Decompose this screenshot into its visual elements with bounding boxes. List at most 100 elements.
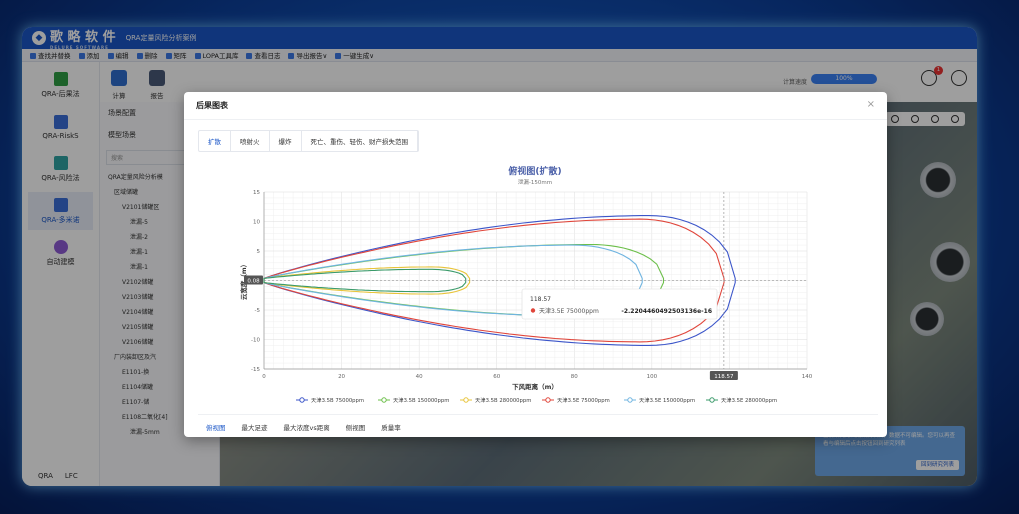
calc-label: 计算: [112, 92, 126, 100]
x-tick-label: 0: [262, 374, 266, 380]
nav-risk-method[interactable]: QRA-风险法: [28, 150, 93, 188]
brand-logo: ◆ 歌 略 软 件 DELURE SOFTWARE: [32, 27, 116, 50]
footer-lfc[interactable]: LFC: [65, 472, 78, 480]
legend-item: 天津3.5E 150000ppm: [639, 397, 695, 404]
nav-consequence[interactable]: QRA-后果法: [28, 66, 93, 104]
nav-label: QRA-风险法: [41, 173, 80, 182]
y-tick-label: 10: [253, 220, 260, 226]
legend-item: 天津3.5E 280000ppm: [721, 397, 777, 404]
brand-name: 歌 略 软 件: [50, 30, 116, 45]
legend-item: 天津3.5B 75000ppm: [311, 397, 364, 404]
legend-item: 天津3.5B 150000ppm: [393, 397, 449, 404]
footer-qra[interactable]: QRA: [38, 472, 53, 480]
menu-lopa[interactable]: LOPA工具库: [195, 50, 239, 60]
y-tick-label: -15: [251, 367, 260, 373]
menu-find-replace[interactable]: 查找并替换: [30, 50, 71, 60]
legend-marker: [545, 397, 551, 403]
app-title: QRA定量风险分析案例: [125, 34, 197, 42]
map-tool-icon[interactable]: [931, 115, 939, 123]
back-to-list-button[interactable]: 回到研究列表: [915, 459, 959, 470]
x-tick-label: 20: [338, 374, 345, 380]
tab-side-view[interactable]: 侧视图: [338, 419, 374, 435]
legend-marker: [627, 397, 633, 403]
legend-marker: [381, 397, 387, 403]
dialog-title: 后果图表: [184, 92, 887, 120]
dispersion-chart[interactable]: 俯视图(扩散)泄漏-150mm020406080100120140151050-…: [184, 160, 887, 420]
map-tank: [930, 242, 970, 282]
report-button[interactable]: 报告: [138, 70, 176, 100]
nav-label: QRA-后果法: [41, 89, 80, 98]
logo-icon: ◆: [32, 31, 46, 45]
calc-button[interactable]: 计算: [100, 70, 138, 100]
x-axis-label: 下风距离（m）: [512, 382, 558, 391]
x-tick-label: 100: [647, 374, 658, 380]
tooltip-x: 118.57: [530, 296, 551, 303]
y-tick-label: -10: [251, 338, 260, 344]
tab-top-view[interactable]: 俯视图: [198, 419, 234, 435]
notification-badge: 1: [934, 66, 943, 75]
legend-marker: [463, 397, 469, 403]
map-tool-icon[interactable]: [911, 115, 919, 123]
menu-export[interactable]: 导出报告∨: [288, 50, 327, 60]
crosshair-x-label: 118.57: [714, 374, 734, 380]
tab-jet-fire[interactable]: 喷射火: [231, 131, 270, 151]
x-tick-label: 60: [493, 374, 500, 380]
nav-auto-model[interactable]: 自动建模: [28, 234, 93, 272]
nav-label: QRA-多米诺: [41, 215, 80, 224]
tab-mass-rate[interactable]: 质量率: [373, 419, 409, 435]
map-tool-icon[interactable]: [951, 115, 959, 123]
x-tick-label: 40: [416, 374, 423, 380]
view-tabs: 俯视图 最大足迹 最大浓度vs距离 侧视图 质量率: [198, 414, 878, 435]
map-tools: [885, 112, 965, 126]
tooltip-value: -2.2204460492503136e-16: [621, 308, 712, 315]
x-tick-label: 140: [802, 374, 813, 380]
nav-label: QRA-RiskS: [42, 131, 79, 140]
calc-icon: [111, 70, 127, 86]
legend-item: 天津3.5E 75000ppm: [557, 397, 610, 404]
nav-label: 自动建模: [46, 257, 75, 266]
tooltip-series: 天津3.5E 75000ppm: [539, 308, 599, 315]
close-icon[interactable]: ×: [867, 99, 875, 110]
report-icon: [149, 70, 165, 86]
risks-icon: [53, 114, 68, 129]
speed-bar[interactable]: 100%: [811, 74, 877, 84]
menu-bar: 查找并替换 添加 编辑 删除 矩阵 LOPA工具库 查看日志 导出报告∨ 一键生…: [22, 49, 977, 62]
chart-title: 俯视图(扩散): [508, 165, 561, 177]
menu-log[interactable]: 查看日志: [246, 50, 280, 60]
brand-sub: DELURE SOFTWARE: [50, 45, 109, 50]
title-bar: ◆ 歌 略 软 件 DELURE SOFTWARE QRA定量风险分析案例: [22, 27, 977, 50]
map-tool-icon[interactable]: [891, 115, 899, 123]
auto-model-icon: [53, 239, 68, 254]
tab-max-conc-distance[interactable]: 最大浓度vs距离: [276, 419, 338, 435]
menu-edit[interactable]: 编辑: [108, 50, 129, 60]
tab-max-footprint[interactable]: 最大足迹: [234, 419, 276, 435]
x-tick-label: 80: [571, 374, 578, 380]
chart-subtitle: 泄漏-150mm: [518, 178, 552, 186]
menu-matrix[interactable]: 矩阵: [166, 50, 187, 60]
nav-risks[interactable]: QRA-RiskS: [28, 108, 93, 146]
menu-generate[interactable]: 一键生成∨: [335, 50, 374, 60]
y-tick-label: 15: [253, 190, 260, 196]
menu-delete[interactable]: 删除: [137, 50, 158, 60]
tab-explosion[interactable]: 爆炸: [270, 131, 302, 151]
domino-icon: [53, 197, 68, 212]
tab-dispersion[interactable]: 扩散: [199, 131, 231, 151]
tooltip-marker: [530, 308, 536, 313]
crosshair-y-label: 0.08: [247, 279, 260, 285]
legend-marker: [709, 397, 715, 403]
legend-item: 天津3.5B 280000ppm: [475, 397, 531, 404]
toolbar-right-icons: [921, 70, 967, 86]
speed-label: 计算速度: [782, 79, 807, 86]
map-tank: [920, 162, 956, 198]
consequence-icon: [53, 71, 68, 86]
y-tick-label: -5: [255, 308, 261, 314]
menu-add[interactable]: 添加: [79, 50, 100, 60]
legend-marker: [299, 397, 305, 403]
result-chart-dialog: 后果图表 × 扩散 喷射火 爆炸 死亡、重伤、轻伤、财产损失范围 俯视图(扩散)…: [184, 92, 887, 437]
nav-domino[interactable]: QRA-多米诺: [28, 192, 93, 230]
report-label: 报告: [150, 92, 164, 100]
globe-icon[interactable]: [951, 70, 967, 86]
map-tank: [910, 302, 944, 336]
tab-casualty-range[interactable]: 死亡、重伤、轻伤、财产损失范围: [302, 131, 418, 151]
risk-method-icon: [53, 155, 68, 170]
